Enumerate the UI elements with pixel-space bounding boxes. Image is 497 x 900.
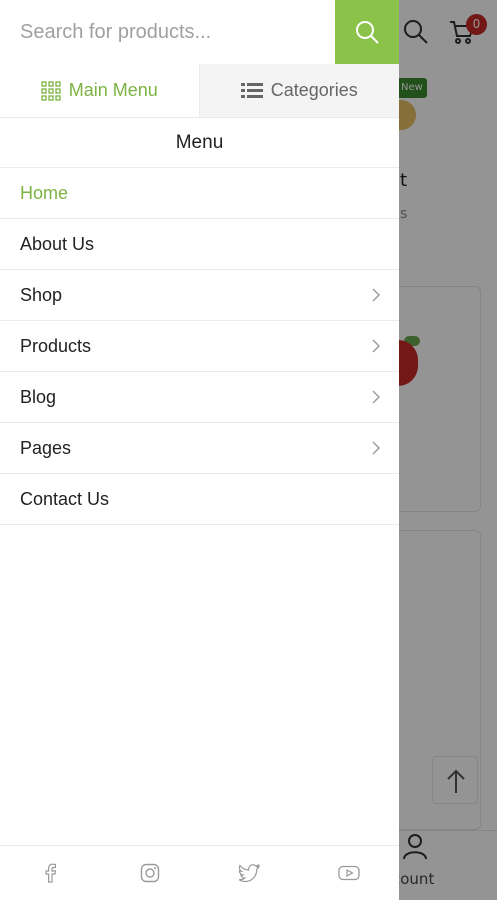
tab-categories[interactable]: Categories: [199, 64, 399, 117]
twitter-icon[interactable]: [237, 861, 261, 885]
menu-item-shop[interactable]: Shop: [0, 270, 399, 321]
menu-item-home[interactable]: Home: [0, 168, 399, 219]
mobile-nav-drawer: Main Menu Categories Menu Home About Us …: [0, 0, 399, 900]
drawer-tabs: Main Menu Categories: [0, 64, 399, 118]
menu-item-label: Contact Us: [20, 488, 110, 509]
menu-item-label: About Us: [20, 233, 95, 254]
menu-item-contact-us[interactable]: Contact Us: [0, 474, 399, 525]
tab-categories-label: Categories: [270, 80, 358, 100]
search-button[interactable]: [335, 0, 399, 64]
drawer-search: [0, 0, 399, 64]
tab-main-menu-label: Main Menu: [68, 80, 158, 100]
youtube-icon[interactable]: [337, 861, 361, 885]
menu-item-pages[interactable]: Pages: [0, 423, 399, 474]
menu-item-label: Shop: [20, 284, 63, 305]
menu-item-label: Products: [20, 335, 92, 356]
menu-list: Home About Us Shop Products Blog Pages C…: [0, 168, 399, 525]
chevron-right-icon[interactable]: [371, 390, 381, 404]
tab-main-menu[interactable]: Main Menu: [0, 64, 200, 117]
list-icon: [240, 82, 263, 98]
instagram-icon[interactable]: [138, 861, 162, 885]
menu-heading: Menu: [0, 118, 399, 168]
chevron-right-icon[interactable]: [371, 288, 381, 302]
social-links: [0, 845, 399, 900]
menu-item-about-us[interactable]: About Us: [0, 219, 399, 270]
chevron-right-icon[interactable]: [371, 441, 381, 455]
search-icon: [356, 21, 379, 44]
menu-item-blog[interactable]: Blog: [0, 372, 399, 423]
menu-item-products[interactable]: Products: [0, 321, 399, 372]
menu-item-label: Home: [20, 182, 69, 203]
chevron-right-icon[interactable]: [371, 339, 381, 353]
facebook-icon[interactable]: [38, 861, 62, 885]
menu-item-label: Blog: [20, 386, 57, 407]
search-input[interactable]: [0, 0, 335, 64]
grid-icon: [41, 80, 61, 101]
menu-item-label: Pages: [20, 437, 72, 458]
